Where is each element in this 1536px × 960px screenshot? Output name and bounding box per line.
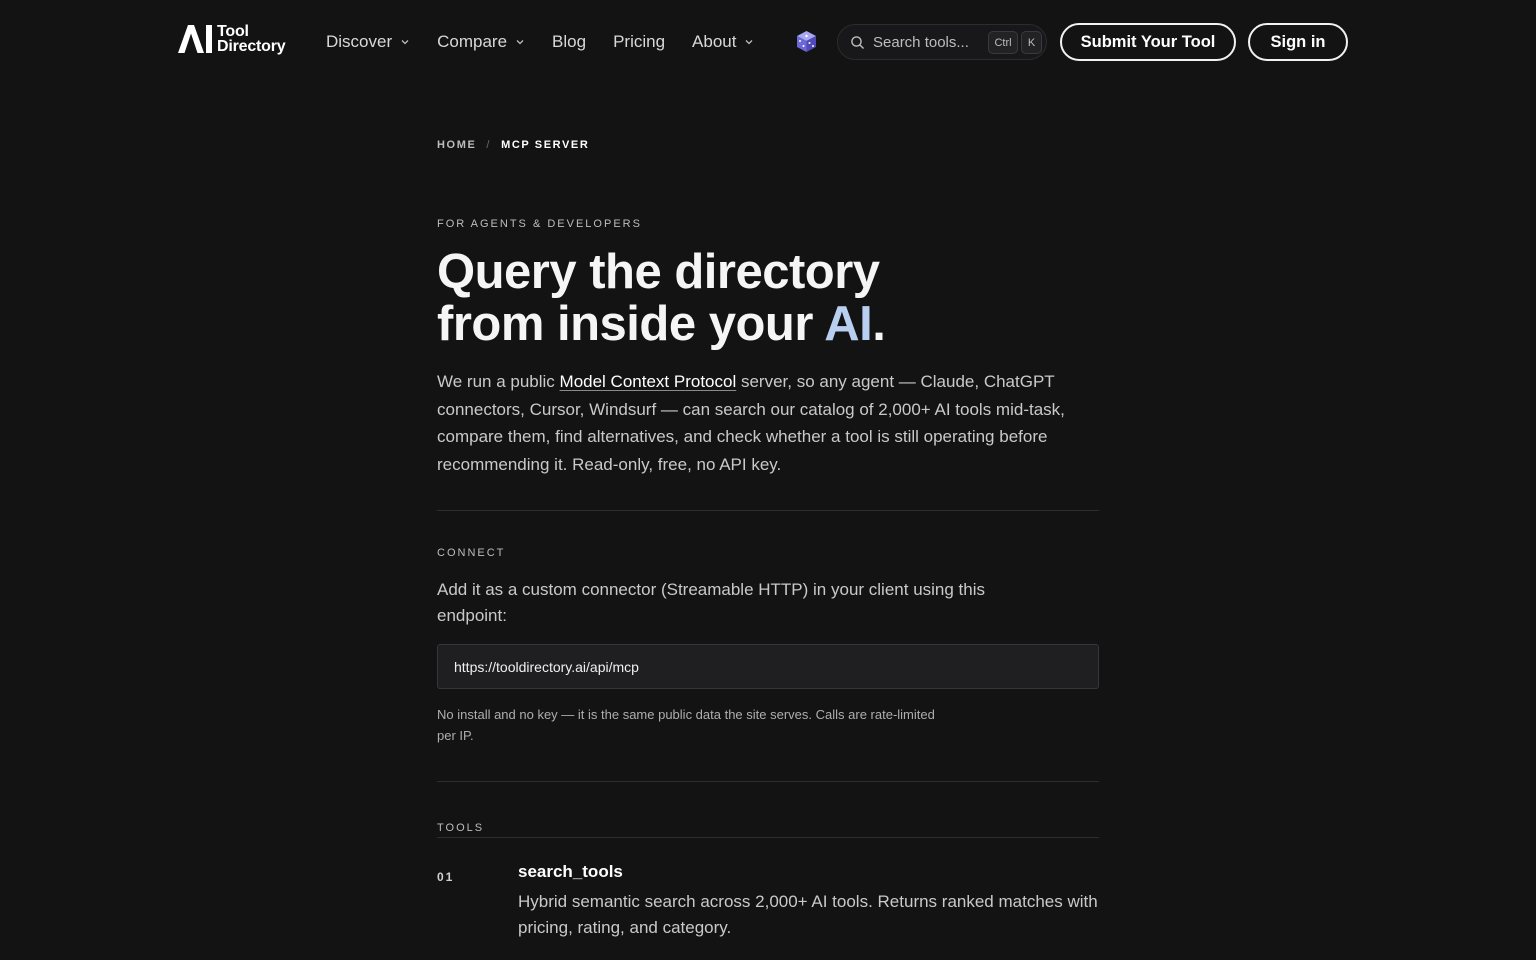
tool-name: search_tools xyxy=(518,862,623,881)
title-line-2: from inside your xyxy=(437,297,825,351)
breadcrumb: HOME / MCP SERVER xyxy=(437,139,589,151)
breadcrumb-current: MCP SERVER xyxy=(501,139,590,151)
lead-text-before: We run a public xyxy=(437,372,560,391)
nav-pricing[interactable]: Pricing xyxy=(613,32,665,52)
nav-about[interactable]: About xyxy=(692,32,754,52)
nav-discover-label: Discover xyxy=(326,32,393,51)
tools-heading: TOOLS xyxy=(437,822,485,834)
title-accent: AI xyxy=(824,297,873,351)
main-nav: Discover Compare Blog Pricing About xyxy=(326,0,754,84)
shortcut-k-key: K xyxy=(1021,31,1042,54)
nav-pricing-label: Pricing xyxy=(613,32,666,51)
tool-description: Hybrid semantic search across 2,000+ AI … xyxy=(518,892,1098,937)
page-title: Query the directory from inside your AI. xyxy=(437,246,1099,350)
tool-number: 01 xyxy=(437,870,455,884)
nav-about-label: About xyxy=(692,32,737,51)
hero-eyebrow: FOR AGENTS & DEVELOPERS xyxy=(437,218,642,230)
submit-tool-button[interactable]: Submit Your Tool xyxy=(1060,23,1236,61)
logo-mark-icon xyxy=(178,25,212,53)
site-logo[interactable]: Tool Directory xyxy=(176,22,286,56)
nav-blog[interactable]: Blog xyxy=(552,32,586,52)
hero-lead: We run a public Model Context Protocol s… xyxy=(437,368,1077,478)
nav-compare-label: Compare xyxy=(437,32,508,51)
title-line-1: Query the directory xyxy=(437,245,880,299)
logo-line-1: Tool xyxy=(217,23,249,40)
mcp-protocol-link[interactable]: Model Context Protocol xyxy=(560,372,737,391)
section-divider xyxy=(437,510,1099,511)
breadcrumb-home[interactable]: HOME xyxy=(437,139,476,151)
tools-divider xyxy=(437,837,1099,838)
endpoint-url-box[interactable]: https://tooldirectory.ai/api/mcp xyxy=(437,644,1099,689)
breadcrumb-separator: / xyxy=(486,139,492,151)
chevron-down-icon xyxy=(401,40,409,45)
search-box[interactable]: Ctrl K xyxy=(837,24,1047,60)
connect-note: No install and no key — it is the same p… xyxy=(437,707,935,743)
section-divider xyxy=(437,781,1099,782)
search-input[interactable] xyxy=(873,25,983,59)
search-icon xyxy=(851,36,864,49)
nav-compare[interactable]: Compare xyxy=(437,32,525,52)
shortcut-ctrl-key: Ctrl xyxy=(988,31,1018,54)
sign-in-button[interactable]: Sign in xyxy=(1248,23,1348,61)
nav-discover[interactable]: Discover xyxy=(326,32,410,52)
title-period: . xyxy=(872,297,886,351)
connect-description: Add it as a custom connector (Streamable… xyxy=(437,580,986,625)
logo-wordmark: Tool Directory xyxy=(217,23,286,55)
nav-blog-label: Blog xyxy=(552,32,587,51)
chevron-down-icon xyxy=(746,40,753,45)
chevron-down-icon xyxy=(516,40,524,45)
connect-heading: CONNECT xyxy=(437,547,506,559)
site-header: Tool Directory Discover Compare Blog Pri… xyxy=(0,0,1536,84)
logo-line-2: Directory xyxy=(217,38,286,55)
dice-icon[interactable] xyxy=(794,29,819,54)
